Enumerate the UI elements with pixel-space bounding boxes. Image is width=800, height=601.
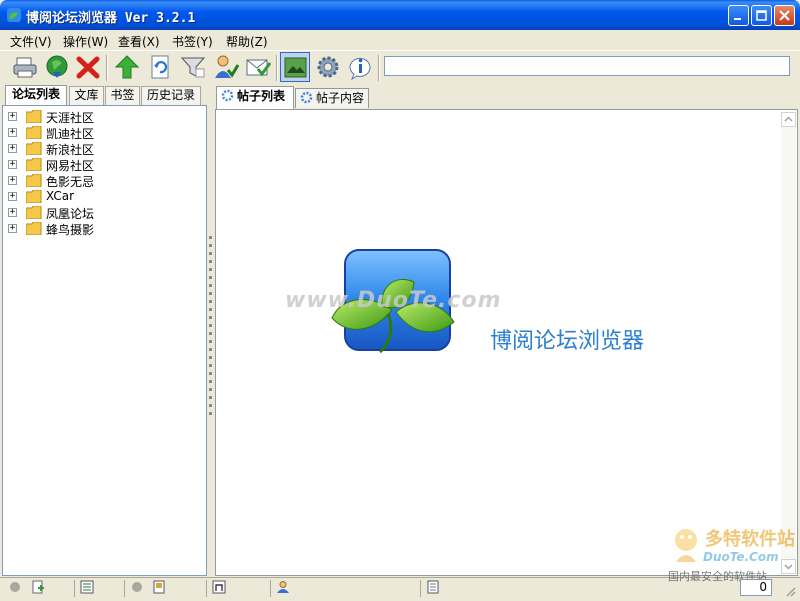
expand-icon[interactable]: +: [8, 112, 17, 121]
minimize-button[interactable]: [728, 5, 749, 26]
status-divider: [206, 580, 207, 597]
new-doc-icon[interactable]: [31, 580, 45, 594]
expand-icon[interactable]: +: [8, 192, 17, 201]
tree-item-label: 色影无忌: [46, 175, 95, 189]
folder-icon: [26, 158, 42, 171]
tree-item-label: 天涯社区: [46, 111, 95, 125]
folder-icon: [26, 142, 42, 155]
loading-icon: [221, 89, 234, 102]
tree-item-label: 新浪社区: [46, 143, 95, 157]
status-dot-icon: [10, 582, 20, 592]
image-view-button[interactable]: [280, 52, 310, 82]
filter-funnel-icon: [180, 57, 206, 78]
tree-item-label: XCar: [46, 189, 75, 203]
tab-forum-list[interactable]: 论坛列表: [5, 85, 67, 106]
document-icon[interactable]: [426, 580, 440, 594]
window-title: 博阅论坛浏览器 Ver 3.2.1: [26, 11, 196, 26]
tab-bookmarks[interactable]: 书签: [105, 86, 140, 105]
vertical-scrollbar[interactable]: [781, 112, 796, 574]
folder-icon: [26, 190, 42, 203]
corner-watermark-brand: 多特软件站: [705, 529, 795, 550]
address-input[interactable]: [384, 56, 790, 76]
expand-icon[interactable]: +: [8, 208, 17, 217]
status-dot-icon: [132, 582, 142, 592]
tab-label: 帖子内容: [316, 91, 365, 105]
page-icon[interactable]: [152, 580, 166, 594]
tab-history[interactable]: 历史记录: [141, 86, 201, 105]
mail-check-button[interactable]: [243, 52, 273, 82]
menu-file[interactable]: 文件(V): [10, 33, 52, 50]
menu-view[interactable]: 查看(X): [118, 33, 160, 50]
status-divider: [74, 580, 75, 597]
expand-icon[interactable]: +: [8, 128, 17, 137]
expand-icon[interactable]: +: [8, 160, 17, 169]
delete-x-icon: [76, 56, 100, 79]
folder-icon: [26, 206, 42, 219]
expand-icon[interactable]: +: [8, 176, 17, 185]
corner-watermark-site: DuoTe.Com: [703, 550, 779, 564]
tree-item-label: 凤凰论坛: [46, 207, 95, 221]
expand-icon[interactable]: +: [8, 224, 17, 233]
tree-item-label: 网易社区: [46, 159, 95, 173]
folder-icon: [26, 174, 42, 187]
delete-button[interactable]: [73, 52, 103, 82]
tab-library[interactable]: 文库: [69, 86, 104, 105]
gear-icon: [317, 56, 339, 78]
status-divider: [420, 580, 421, 597]
tree-item-label: 凯迪社区: [46, 127, 95, 141]
up-button[interactable]: [112, 52, 142, 82]
tab-post-list[interactable]: 帖子列表: [216, 86, 294, 109]
tab-post-content[interactable]: 帖子内容: [295, 88, 369, 108]
refresh-button[interactable]: [145, 52, 175, 82]
download-globe-icon: [46, 55, 68, 78]
printer-icon: [13, 57, 37, 78]
settings-button[interactable]: [313, 52, 343, 82]
user-check-button[interactable]: [211, 52, 241, 82]
resize-grip-icon[interactable]: [784, 585, 796, 597]
maximize-button[interactable]: [751, 5, 772, 26]
close-button[interactable]: [774, 5, 795, 26]
toolbar-separator: [276, 55, 278, 81]
mail-check-icon: [246, 59, 272, 77]
status-divider: [270, 580, 271, 597]
print-button[interactable]: [10, 52, 40, 82]
scroll-up-button[interactable]: [781, 112, 796, 127]
app-name-label: 博阅论坛浏览器: [490, 329, 645, 354]
folder-icon: [26, 222, 42, 235]
folder-icon: [26, 126, 42, 139]
status-count-field: 0: [740, 579, 772, 596]
menu-help[interactable]: 帮助(Z): [226, 33, 268, 50]
user-check-icon: [215, 55, 240, 78]
image-view-icon: [284, 57, 307, 78]
folder-icon: [26, 110, 42, 123]
info-button[interactable]: [345, 52, 375, 82]
download-button[interactable]: [42, 52, 72, 82]
toolbar-separator: [106, 55, 108, 81]
menu-bookmarks[interactable]: 书签(Y): [172, 33, 213, 50]
filter-button[interactable]: [178, 52, 208, 82]
tab-label: 帖子列表: [237, 89, 286, 103]
info-icon: [349, 57, 371, 81]
user-icon[interactable]: [276, 580, 290, 594]
refresh-doc-icon: [151, 55, 169, 79]
panel-splitter[interactable]: [207, 86, 214, 576]
status-divider: [124, 580, 125, 597]
site-watermark: www.DuoTe.com: [285, 288, 502, 313]
app-icon: [7, 8, 21, 22]
left-tab-strip: 论坛列表 文库 书签 历史记录: [2, 85, 207, 106]
loading-icon: [300, 91, 313, 104]
list-view-icon[interactable]: [80, 580, 94, 594]
expand-icon[interactable]: +: [8, 144, 17, 153]
up-arrow-icon: [114, 55, 140, 79]
n-box-icon[interactable]: [212, 580, 226, 594]
toolbar-separator: [378, 55, 380, 81]
menu-operate[interactable]: 操作(W): [63, 33, 108, 50]
tree-item-label: 蜂鸟摄影: [46, 223, 95, 237]
